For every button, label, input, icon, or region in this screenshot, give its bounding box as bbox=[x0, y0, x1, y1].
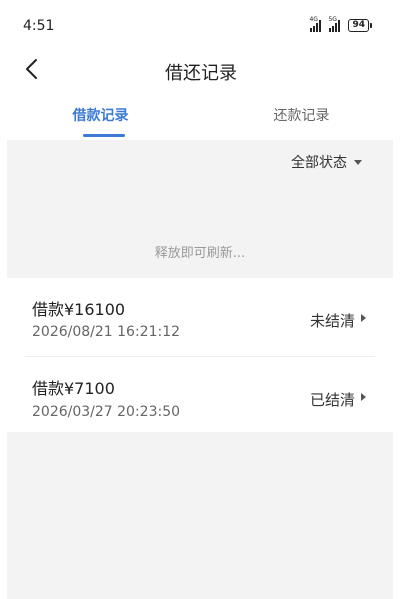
record-amount: 借款¥7100 bbox=[32, 379, 115, 398]
list-item[interactable]: 借款¥7100 2026/03/27 20:23:50 已结清 bbox=[25, 356, 375, 432]
status-filter-dropdown[interactable]: 全部状态 bbox=[291, 152, 362, 172]
record-status: 已结清 bbox=[309, 391, 355, 409]
tab-bar: 借款记录 还款记录 bbox=[0, 98, 402, 140]
active-tab-indicator bbox=[83, 134, 125, 137]
triangle-right-icon bbox=[361, 393, 366, 401]
status-time: 4:51 bbox=[23, 18, 55, 34]
status-icons: 4G 5G 94 bbox=[309, 16, 372, 32]
loan-record-list: 借款¥16100 2026/08/21 16:21:12 未结清 借款¥7100… bbox=[7, 278, 393, 432]
record-amount: 借款¥16100 bbox=[32, 300, 126, 319]
signal-4g-icon: 4G bbox=[309, 16, 322, 32]
page-title: 借还记录 bbox=[165, 63, 237, 84]
record-date: 2026/08/21 16:21:12 bbox=[32, 324, 181, 340]
record-status: 未结清 bbox=[309, 312, 355, 330]
battery-icon: 94 bbox=[348, 19, 372, 32]
pull-refresh-hint: 释放即可刷新... bbox=[154, 246, 246, 261]
signal-4g-label: 4G bbox=[309, 15, 318, 23]
triangle-down-icon bbox=[354, 159, 362, 165]
status-bar: 4:51 4G 5G 94 bbox=[0, 0, 402, 52]
battery-level: 94 bbox=[348, 19, 369, 32]
list-item[interactable]: 借款¥16100 2026/08/21 16:21:12 未结清 bbox=[7, 278, 393, 356]
record-date: 2026/03/27 20:23:50 bbox=[32, 404, 181, 420]
status-filter-label: 全部状态 bbox=[291, 155, 347, 171]
signal-5g-icon: 5G bbox=[328, 16, 341, 32]
nav-bar: 借还记录 bbox=[0, 52, 402, 92]
signal-5g-label: 5G bbox=[328, 15, 337, 23]
tab-repayment-records[interactable]: 还款记录 bbox=[201, 98, 402, 140]
triangle-right-icon bbox=[361, 314, 366, 322]
